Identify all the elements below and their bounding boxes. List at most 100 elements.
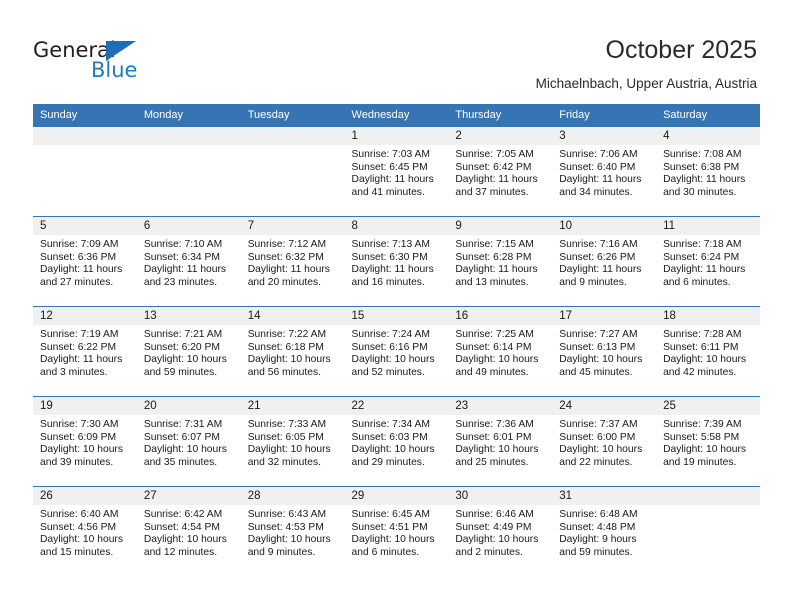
calendar-day-cell[interactable]: 9 Sunrise: 7:15 AM Sunset: 6:28 PM Daylight… — [448, 216, 553, 307]
day-sun-info: Sunrise: 7:24 AM Sunset: 6:16 PM Daylight:… — [345, 325, 449, 379]
calendar-day-cell[interactable]: 24 Sunrise: 7:37 AM Sunset: 6:00 PM Dayligh… — [552, 396, 657, 487]
calendar-day-cell[interactable]: 25 Sunrise: 7:39 AM Sunset: 5:58 PM Dayligh… — [656, 396, 760, 487]
calendar-day-cell[interactable]: 27 Sunrise: 6:42 AM Sunset: 4:54 PM Dayligh… — [136, 486, 241, 577]
day-sun-info: Sunrise: 7:37 AM Sunset: 6:00 PM Daylight:… — [552, 415, 656, 469]
daylight-text-line1: Daylight: 9 hours — [559, 534, 637, 546]
daylight-text-line1: Daylight: 10 hours — [247, 534, 331, 546]
sunset-text: Sunset: 6:18 PM — [247, 341, 324, 353]
brand-name-blue: Blue — [91, 58, 138, 82]
day-sun-info: Sunrise: 7:09 AM Sunset: 6:36 PM Daylight:… — [33, 235, 137, 289]
daylight-text-line1: Daylight: 11 hours — [143, 264, 227, 276]
calendar-week-row: 12 Sunrise: 7:19 AM Sunset: 6:22 PM Dayligh… — [33, 306, 760, 397]
calendar-day-cell[interactable]: 26 Sunrise: 6:40 AM Sunset: 4:56 PM Dayligh… — [33, 486, 137, 577]
calendar-day-cell[interactable]: 8 Sunrise: 7:13 AM Sunset: 6:30 PM Daylight… — [344, 216, 449, 307]
day-number: 12 — [33, 307, 137, 325]
day-sun-info: Sunrise: 7:21 AM Sunset: 6:20 PM Daylight:… — [137, 325, 241, 379]
sunset-text: Sunset: 4:54 PM — [143, 521, 220, 533]
daylight-text-line2: and 9 minutes. — [559, 276, 627, 288]
day-sun-info: Sunrise: 7:28 AM Sunset: 6:11 PM Daylight:… — [656, 325, 760, 379]
calendar-day-cell[interactable]: 22 Sunrise: 7:34 AM Sunset: 6:03 PM Dayligh… — [344, 396, 449, 487]
column-header-monday: Monday — [136, 104, 241, 127]
daylight-text-line1: Daylight: 10 hours — [40, 534, 123, 546]
sunrise-text: Sunrise: 7:09 AM — [40, 239, 119, 250]
calendar-day-cell[interactable]: 11 Sunrise: 7:18 AM Sunset: 6:24 PM Dayligh… — [656, 216, 760, 307]
brand-logo[interactable]: General Blue — [33, 38, 163, 84]
day-number: 6 — [136, 217, 241, 235]
sunrise-text: Sunrise: 7:13 AM — [351, 239, 430, 250]
daylight-text-line2: and 9 minutes. — [247, 546, 316, 558]
day-number: 26 — [33, 487, 137, 505]
sunset-text: Sunset: 6:34 PM — [143, 251, 220, 263]
daylight-text-line2: and 3 minutes. — [40, 366, 108, 378]
calendar-day-cell[interactable]: 2 Sunrise: 7:05 AM Sunset: 6:42 PM Daylight… — [448, 126, 553, 217]
calendar-day-cell[interactable]: 15 Sunrise: 7:24 AM Sunset: 6:16 PM Dayligh… — [344, 306, 449, 397]
day-number: 2 — [448, 127, 553, 145]
daylight-text-line2: and 37 minutes. — [455, 186, 529, 198]
day-sun-info: Sunrise: 7:06 AM Sunset: 6:40 PM Daylight:… — [552, 145, 656, 199]
calendar-week-row: 1 Sunrise: 7:03 AM Sunset: 6:45 PM Daylight… — [33, 126, 760, 217]
calendar-day-cell[interactable]: 28 Sunrise: 6:43 AM Sunset: 4:53 PM Dayligh… — [240, 486, 345, 577]
day-sun-info: Sunrise: 7:33 AM Sunset: 6:05 PM Daylight:… — [241, 415, 345, 469]
calendar-day-cell[interactable]: 4 Sunrise: 7:08 AM Sunset: 6:38 PM Daylight… — [656, 126, 760, 217]
calendar-day-cell[interactable]: 5 Sunrise: 7:09 AM Sunset: 6:36 PM Daylight… — [33, 216, 137, 307]
sunrise-text: Sunrise: 7:31 AM — [143, 419, 223, 430]
sunrise-text: Sunrise: 7:27 AM — [559, 329, 638, 340]
daylight-text-line2: and 16 minutes. — [351, 276, 425, 288]
calendar-day-cell[interactable]: 10 Sunrise: 7:16 AM Sunset: 6:26 PM Dayligh… — [552, 216, 657, 307]
sunset-text: Sunset: 6:45 PM — [351, 161, 428, 173]
calendar-day-cell[interactable]: 7 Sunrise: 7:12 AM Sunset: 6:32 PM Daylight… — [240, 216, 345, 307]
day-number: 25 — [656, 397, 760, 415]
column-header-saturday: Saturday — [656, 104, 760, 127]
daylight-text-line2: and 56 minutes. — [247, 366, 321, 378]
calendar-day-cell[interactable]: 23 Sunrise: 7:36 AM Sunset: 6:01 PM Dayligh… — [448, 396, 553, 487]
sunrise-text: Sunrise: 7:12 AM — [247, 239, 327, 250]
calendar-day-cell[interactable]: 29 Sunrise: 6:45 AM Sunset: 4:51 PM Dayligh… — [344, 486, 449, 577]
daylight-text-line1: Daylight: 10 hours — [351, 354, 435, 366]
column-header-sunday: Sunday — [33, 104, 137, 127]
sunset-text: Sunset: 6:28 PM — [455, 251, 532, 263]
sunrise-text: Sunrise: 7:16 AM — [559, 239, 638, 250]
calendar-day-cell[interactable]: 30 Sunrise: 6:46 AM Sunset: 4:49 PM Dayligh… — [448, 486, 553, 577]
calendar-day-cell[interactable]: 19 Sunrise: 7:30 AM Sunset: 6:09 PM Dayligh… — [33, 396, 137, 487]
day-number: 19 — [33, 397, 137, 415]
daylight-text-line2: and 15 minutes. — [40, 546, 114, 558]
day-number — [33, 127, 137, 145]
sunrise-text: Sunrise: 7:19 AM — [40, 329, 119, 340]
day-sun-info: Sunrise: 7:08 AM Sunset: 6:38 PM Daylight:… — [656, 145, 760, 199]
calendar-day-cell[interactable]: 3 Sunrise: 7:06 AM Sunset: 6:40 PM Daylight… — [552, 126, 657, 217]
daylight-text-line2: and 2 minutes. — [455, 546, 523, 558]
calendar-day-cell[interactable]: 12 Sunrise: 7:19 AM Sunset: 6:22 PM Dayligh… — [33, 306, 137, 397]
sunrise-text: Sunrise: 6:43 AM — [247, 509, 327, 520]
daylight-text-line1: Daylight: 10 hours — [143, 534, 227, 546]
daylight-text-line2: and 6 minutes. — [351, 546, 420, 558]
daylight-text-line2: and 59 minutes. — [559, 546, 633, 558]
day-sun-info: Sunrise: 7:31 AM Sunset: 6:07 PM Daylight:… — [137, 415, 241, 469]
calendar-day-cell[interactable]: 20 Sunrise: 7:31 AM Sunset: 6:07 PM Dayligh… — [136, 396, 241, 487]
calendar-table: Sunday Monday Tuesday Wednesday Thursday Frid… — [33, 104, 760, 577]
sunrise-text: Sunrise: 7:34 AM — [351, 419, 430, 430]
calendar-day-cell[interactable]: 31 Sunrise: 6:48 AM Sunset: 4:48 PM Dayligh… — [552, 486, 657, 577]
day-number: 4 — [656, 127, 760, 145]
daylight-text-line1: Daylight: 10 hours — [143, 354, 227, 366]
sunrise-text: Sunrise: 6:45 AM — [351, 509, 430, 520]
sunset-text: Sunset: 6:14 PM — [455, 341, 532, 353]
sunset-text: Sunset: 6:03 PM — [351, 431, 428, 443]
calendar-day-cell[interactable]: 13 Sunrise: 7:21 AM Sunset: 6:20 PM Dayligh… — [136, 306, 241, 397]
day-number: 17 — [552, 307, 657, 325]
sunset-text: Sunset: 6:36 PM — [40, 251, 117, 263]
calendar-day-cell[interactable]: 16 Sunrise: 7:25 AM Sunset: 6:14 PM Dayligh… — [448, 306, 553, 397]
day-number: 9 — [448, 217, 553, 235]
calendar-day-cell[interactable]: 14 Sunrise: 7:22 AM Sunset: 6:18 PM Dayligh… — [240, 306, 345, 397]
calendar-day-cell[interactable]: 6 Sunrise: 7:10 AM Sunset: 6:34 PM Daylight… — [136, 216, 241, 307]
daylight-text-line2: and 52 minutes. — [351, 366, 425, 378]
day-sun-info: Sunrise: 7:12 AM Sunset: 6:32 PM Daylight:… — [241, 235, 345, 289]
daylight-text-line2: and 59 minutes. — [143, 366, 218, 378]
calendar-day-cell[interactable]: 18 Sunrise: 7:28 AM Sunset: 6:11 PM Dayligh… — [656, 306, 760, 397]
day-sun-info: Sunrise: 7:15 AM Sunset: 6:28 PM Daylight:… — [448, 235, 552, 289]
sunset-text: Sunset: 6:00 PM — [559, 431, 636, 443]
calendar-day-cell[interactable]: 17 Sunrise: 7:27 AM Sunset: 6:13 PM Dayligh… — [552, 306, 657, 397]
sunset-text: Sunset: 6:13 PM — [559, 341, 636, 353]
calendar-day-cell[interactable]: 21 Sunrise: 7:33 AM Sunset: 6:05 PM Dayligh… — [240, 396, 345, 487]
sunset-text: Sunset: 6:24 PM — [663, 251, 740, 263]
calendar-day-cell[interactable]: 1 Sunrise: 7:03 AM Sunset: 6:45 PM Daylight… — [344, 126, 449, 217]
